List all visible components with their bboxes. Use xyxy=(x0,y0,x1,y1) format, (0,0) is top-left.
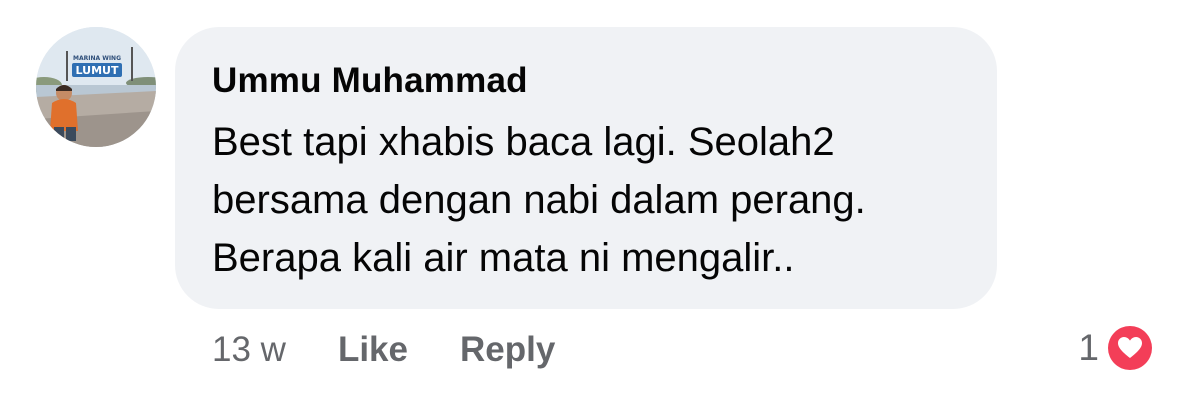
comment-timestamp[interactable]: 13 w xyxy=(212,330,286,370)
avatar[interactable]: MARINA WING LUMUT xyxy=(36,27,156,147)
like-button[interactable]: Like xyxy=(338,330,408,370)
reaction-count: 1 xyxy=(1078,327,1099,368)
comment-author[interactable]: Ummu Muhammad xyxy=(212,61,957,101)
comment-text-line: bersama dengan nabi dalam perang. xyxy=(212,178,866,222)
reply-button[interactable]: Reply xyxy=(460,330,555,370)
heart-reaction-icon xyxy=(1105,323,1155,373)
reaction-summary[interactable]: 1 xyxy=(1078,322,1155,374)
comment-actions: 13 w Like Reply xyxy=(212,328,555,372)
avatar-sign-main: LUMUT xyxy=(76,64,119,77)
avatar-sign-top: MARINA WING xyxy=(73,55,121,62)
comment-text-line: Best tapi xhabis baca lagi. Seolah2 xyxy=(212,120,835,164)
comment-text-line: Berapa kali air mata ni mengalir.. xyxy=(212,236,795,280)
comment-text: Best tapi xhabis baca lagi. Seolah2 bers… xyxy=(212,113,957,287)
comment-bubble: Ummu Muhammad Best tapi xhabis baca lagi… xyxy=(175,27,997,309)
comment: MARINA WING LUMUT Ummu Muhammad Best tap… xyxy=(0,0,1179,416)
